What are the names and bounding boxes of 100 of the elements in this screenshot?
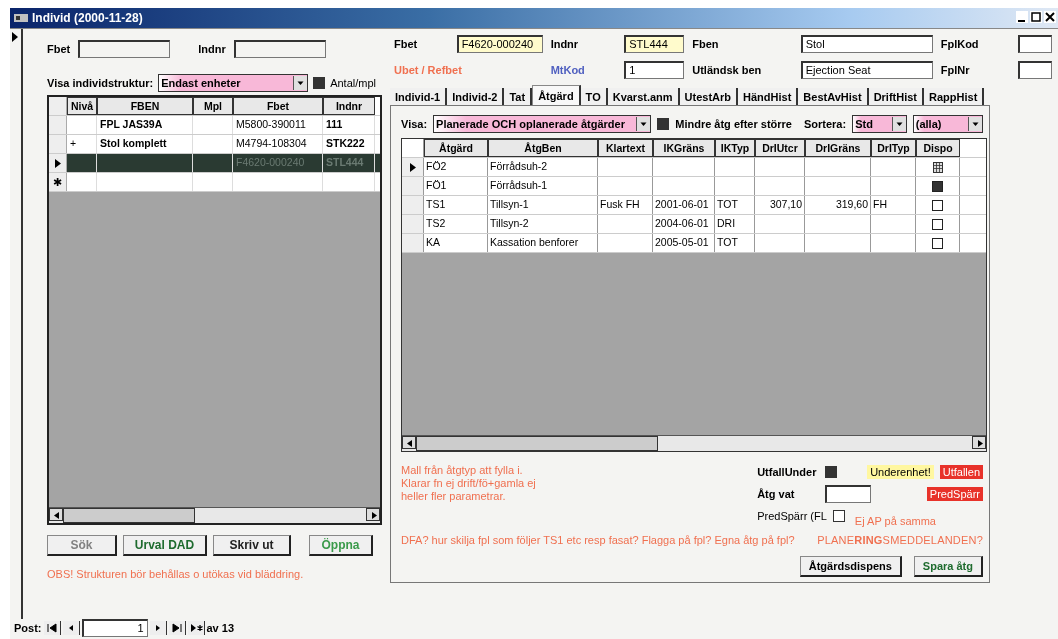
action-button[interactable]: Skriv ut bbox=[213, 535, 291, 556]
table-cell: STL444 bbox=[323, 154, 375, 172]
checkbox[interactable] bbox=[657, 118, 670, 130]
current-record-icon bbox=[11, 32, 19, 42]
status-badge: PredSpärr bbox=[926, 487, 983, 501]
table-cell: FH bbox=[871, 196, 916, 214]
table-cell: Kassation benforer bbox=[488, 234, 598, 252]
checkbox[interactable] bbox=[825, 466, 838, 478]
text-field[interactable]: F4620-000240 bbox=[456, 35, 543, 53]
horizontal-scrollbar[interactable] bbox=[49, 507, 380, 523]
tab[interactable]: Kvarst.anm bbox=[607, 88, 680, 105]
horizontal-scrollbar[interactable] bbox=[402, 435, 986, 451]
scroll-left-icon[interactable] bbox=[402, 436, 416, 449]
maximize-icon[interactable] bbox=[1030, 11, 1042, 23]
new-record-icon[interactable] bbox=[187, 621, 205, 635]
column-header[interactable]: Dispo bbox=[916, 139, 960, 157]
text-field[interactable] bbox=[1018, 61, 1052, 79]
new-record-marker: ✱ bbox=[49, 173, 67, 191]
column-header[interactable]: DrIGräns bbox=[805, 139, 871, 157]
minimize-icon[interactable] bbox=[1016, 11, 1028, 23]
tab[interactable]: DriftHist bbox=[868, 88, 924, 105]
table-cell: + bbox=[67, 135, 97, 153]
text-field[interactable]: Ejection Seat bbox=[800, 61, 933, 79]
column-header[interactable]: Klartext bbox=[598, 139, 653, 157]
checkbox[interactable] bbox=[313, 77, 326, 89]
tab[interactable]: Åtgärd bbox=[532, 85, 581, 105]
calendar-icon[interactable] bbox=[932, 161, 943, 173]
sort-dropdown[interactable]: Std bbox=[852, 115, 907, 133]
search-field[interactable] bbox=[78, 40, 171, 58]
column-header[interactable]: DrITyp bbox=[871, 139, 916, 157]
checkbox[interactable] bbox=[932, 218, 943, 230]
text-field[interactable]: STL444 bbox=[624, 35, 685, 53]
window-title: Individ (2000-11-28) bbox=[32, 11, 143, 25]
table-cell: M5800-390011 bbox=[233, 116, 323, 134]
column-header[interactable]: Fbet bbox=[233, 97, 323, 115]
previous-record-icon[interactable] bbox=[62, 621, 80, 635]
scroll-right-icon[interactable] bbox=[972, 436, 986, 449]
row-selector[interactable] bbox=[402, 158, 424, 176]
last-record-icon[interactable] bbox=[168, 621, 186, 635]
table-cell: FÖ2 bbox=[424, 158, 488, 176]
next-record-icon[interactable] bbox=[149, 621, 167, 635]
checkbox-label: PredSpärr (FL bbox=[757, 510, 827, 522]
checkbox[interactable] bbox=[932, 199, 943, 211]
status-badge: Underenhet! bbox=[867, 465, 934, 479]
text-field[interactable] bbox=[1018, 35, 1052, 53]
table-cell: Förrådsuh-1 bbox=[488, 177, 598, 195]
column-header[interactable]: FBEN bbox=[97, 97, 193, 115]
search-field[interactable] bbox=[233, 40, 326, 58]
tab[interactable]: RappHist bbox=[924, 88, 985, 105]
structure-dropdown[interactable]: Endast enheter bbox=[158, 74, 309, 92]
text-field[interactable]: 1 bbox=[624, 61, 685, 79]
table-cell: TOT bbox=[715, 196, 755, 214]
table-cell: M4794-108304 bbox=[233, 135, 323, 153]
checkbox[interactable] bbox=[932, 237, 943, 249]
tab[interactable]: UtestArb bbox=[679, 88, 739, 105]
text-field[interactable] bbox=[825, 485, 872, 503]
checkbox[interactable] bbox=[832, 510, 845, 522]
close-icon[interactable] bbox=[1044, 11, 1056, 23]
field-label: Fbet bbox=[394, 38, 419, 50]
field-label: Sortera: bbox=[803, 118, 847, 130]
table-cell: DRI bbox=[715, 215, 755, 233]
column-header[interactable]: IKTyp bbox=[715, 139, 755, 157]
column-header[interactable]: ÅtgBen bbox=[488, 139, 598, 157]
column-header[interactable]: Nivå bbox=[67, 97, 97, 115]
filter-dropdown[interactable]: (alla) bbox=[912, 115, 983, 133]
table-cell: Stol komplett bbox=[97, 135, 193, 153]
record-number-field[interactable]: 1 bbox=[81, 619, 148, 637]
column-header[interactable]: IKGräns bbox=[653, 139, 715, 157]
tab[interactable]: HändHist bbox=[738, 88, 799, 105]
column-header[interactable]: Indnr bbox=[323, 97, 375, 115]
action-button[interactable]: Spara åtg bbox=[913, 556, 983, 577]
table-cell: F4620-000240 bbox=[233, 154, 323, 172]
action-button[interactable]: Urval DAD bbox=[123, 535, 207, 556]
tab[interactable]: TO bbox=[580, 88, 608, 105]
form-icon bbox=[14, 13, 28, 23]
template-note: Mall från åtgtyp att fylla i. Klarar fn ej drift/fö+gamla ej heller fler parametrar. bbox=[401, 464, 537, 504]
column-header[interactable]: Åtgärd bbox=[424, 139, 488, 157]
tab[interactable]: Individ-1 bbox=[390, 88, 448, 105]
filter-dropdown[interactable]: Planerade OCH oplanerade åtgärder bbox=[433, 115, 652, 133]
field-label: Ubet / Refbet bbox=[394, 64, 463, 76]
checkbox[interactable] bbox=[932, 180, 943, 192]
note-text: Ej AP på samma bbox=[854, 515, 936, 527]
tab[interactable]: BestAvHist bbox=[798, 88, 869, 105]
table-cell: STK222 bbox=[323, 135, 375, 153]
action-button[interactable]: Åtgärdsdispens bbox=[799, 556, 902, 577]
checkbox-label: Mindre åtg efter större bbox=[675, 118, 792, 130]
scroll-right-icon[interactable] bbox=[366, 508, 380, 521]
record-selector[interactable] bbox=[10, 29, 23, 619]
checkbox-label: Antal/mpl bbox=[330, 77, 376, 89]
text-field[interactable]: Stol bbox=[800, 35, 933, 53]
first-record-icon[interactable] bbox=[43, 621, 61, 635]
tab[interactable]: Tat bbox=[504, 88, 533, 105]
column-header[interactable]: DrIUtcr bbox=[755, 139, 805, 157]
column-header[interactable]: Mpl bbox=[193, 97, 233, 115]
tab[interactable]: Individ-2 bbox=[447, 88, 505, 105]
field-label: Fbet bbox=[47, 43, 71, 55]
row-selector[interactable] bbox=[49, 154, 67, 172]
scroll-left-icon[interactable] bbox=[49, 508, 63, 521]
field-label: Visa individstruktur: bbox=[47, 77, 154, 89]
field-label: FplNr bbox=[940, 64, 971, 76]
